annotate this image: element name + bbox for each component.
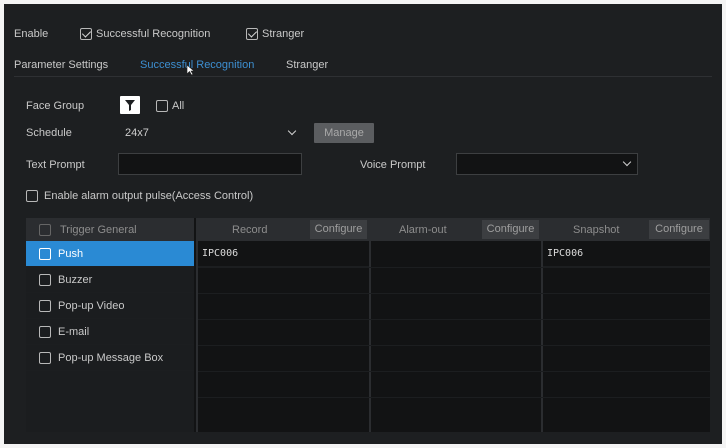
push-checkbox[interactable] <box>39 248 51 260</box>
email-checkbox[interactable] <box>39 326 51 338</box>
settings-window: Enable Successful Recognition Stranger P… <box>4 4 722 444</box>
enable-label: Enable <box>14 28 49 40</box>
tab-divider <box>14 76 712 77</box>
face-group-filter-button[interactable] <box>120 96 140 114</box>
trigger-row-popup-video[interactable]: Pop-up Video <box>26 293 194 319</box>
manage-button[interactable]: Manage <box>314 123 374 143</box>
record-row[interactable]: IPC006 <box>198 241 369 267</box>
popup-video-checkbox[interactable] <box>39 300 51 312</box>
row-divider <box>198 319 710 320</box>
email-label: E-mail <box>58 326 90 338</box>
chevron-down-icon <box>622 157 632 167</box>
alarm-out-header: Alarm-out Configure <box>371 218 541 241</box>
alarm-out-column: Alarm-out Configure <box>371 218 541 432</box>
enable-successful-recognition-checkbox[interactable] <box>80 28 92 40</box>
record-configure-button[interactable]: Configure <box>310 220 367 239</box>
row-divider <box>198 293 710 294</box>
record-header: Record Configure <box>198 218 369 241</box>
face-group-all-checkbox[interactable] <box>156 100 168 112</box>
enable-stranger-checkbox[interactable] <box>246 28 258 40</box>
schedule-value: 24x7 <box>125 127 149 139</box>
popup-video-label: Pop-up Video <box>58 300 125 312</box>
record-column: Record Configure IPC006 <box>198 218 369 432</box>
row-divider <box>198 371 710 372</box>
record-camera-value: IPC006 <box>202 248 239 259</box>
action-grid: Trigger General Push Buzzer Pop-up Video… <box>26 218 710 432</box>
record-header-label: Record <box>232 224 268 236</box>
trigger-general-label: Trigger General <box>60 224 137 236</box>
alarm-out-configure-button[interactable]: Configure <box>482 220 539 239</box>
snapshot-camera-value: IPC006 <box>547 248 584 259</box>
trigger-header: Trigger General <box>26 218 194 241</box>
trigger-general-checkbox[interactable] <box>39 224 51 236</box>
trigger-row-email[interactable]: E-mail <box>26 319 194 345</box>
row-divider <box>198 267 710 268</box>
tab-successful-recognition[interactable]: Successful Recognition <box>140 59 254 71</box>
row-divider <box>198 345 710 346</box>
voice-prompt-select[interactable] <box>456 153 638 175</box>
trigger-row-buzzer[interactable]: Buzzer <box>26 267 194 293</box>
popup-message-box-label: Pop-up Message Box <box>58 352 164 364</box>
mouse-cursor-icon <box>186 64 195 76</box>
alarm-output-pulse-label[interactable]: Enable alarm output pulse(Access Control… <box>44 190 253 202</box>
alarm-out-header-label: Alarm-out <box>399 224 447 236</box>
row-divider <box>198 397 710 398</box>
face-group-label: Face Group <box>26 100 85 112</box>
popup-message-box-checkbox[interactable] <box>39 352 51 364</box>
snapshot-column: Snapshot Configure IPC006 <box>543 218 710 432</box>
snapshot-row[interactable]: IPC006 <box>543 241 710 267</box>
schedule-label: Schedule <box>26 127 72 139</box>
buzzer-label: Buzzer <box>58 274 93 286</box>
chevron-down-icon <box>287 126 297 136</box>
push-label: Push <box>58 248 84 260</box>
trigger-row-push[interactable]: Push <box>26 241 194 267</box>
tab-parameter-settings[interactable]: Parameter Settings <box>14 59 108 71</box>
trigger-column: Trigger General Push Buzzer Pop-up Video… <box>26 218 194 432</box>
buzzer-checkbox[interactable] <box>39 274 51 286</box>
enable-successful-recognition-label[interactable]: Successful Recognition <box>96 28 210 40</box>
snapshot-header-label: Snapshot <box>573 224 620 236</box>
snapshot-configure-button[interactable]: Configure <box>649 220 709 239</box>
tab-stranger[interactable]: Stranger <box>286 59 328 71</box>
snapshot-header: Snapshot Configure <box>543 218 710 241</box>
voice-prompt-label: Voice Prompt <box>360 159 426 171</box>
face-group-all-label[interactable]: All <box>172 100 184 112</box>
trigger-row-popup-message-box[interactable]: Pop-up Message Box <box>26 345 194 371</box>
text-prompt-label: Text Prompt <box>26 159 85 171</box>
filter-icon <box>125 100 135 111</box>
text-prompt-input[interactable] <box>118 153 302 175</box>
schedule-select[interactable]: 24x7 <box>118 122 302 144</box>
enable-stranger-label[interactable]: Stranger <box>262 28 304 40</box>
alarm-output-pulse-checkbox[interactable] <box>26 190 38 202</box>
